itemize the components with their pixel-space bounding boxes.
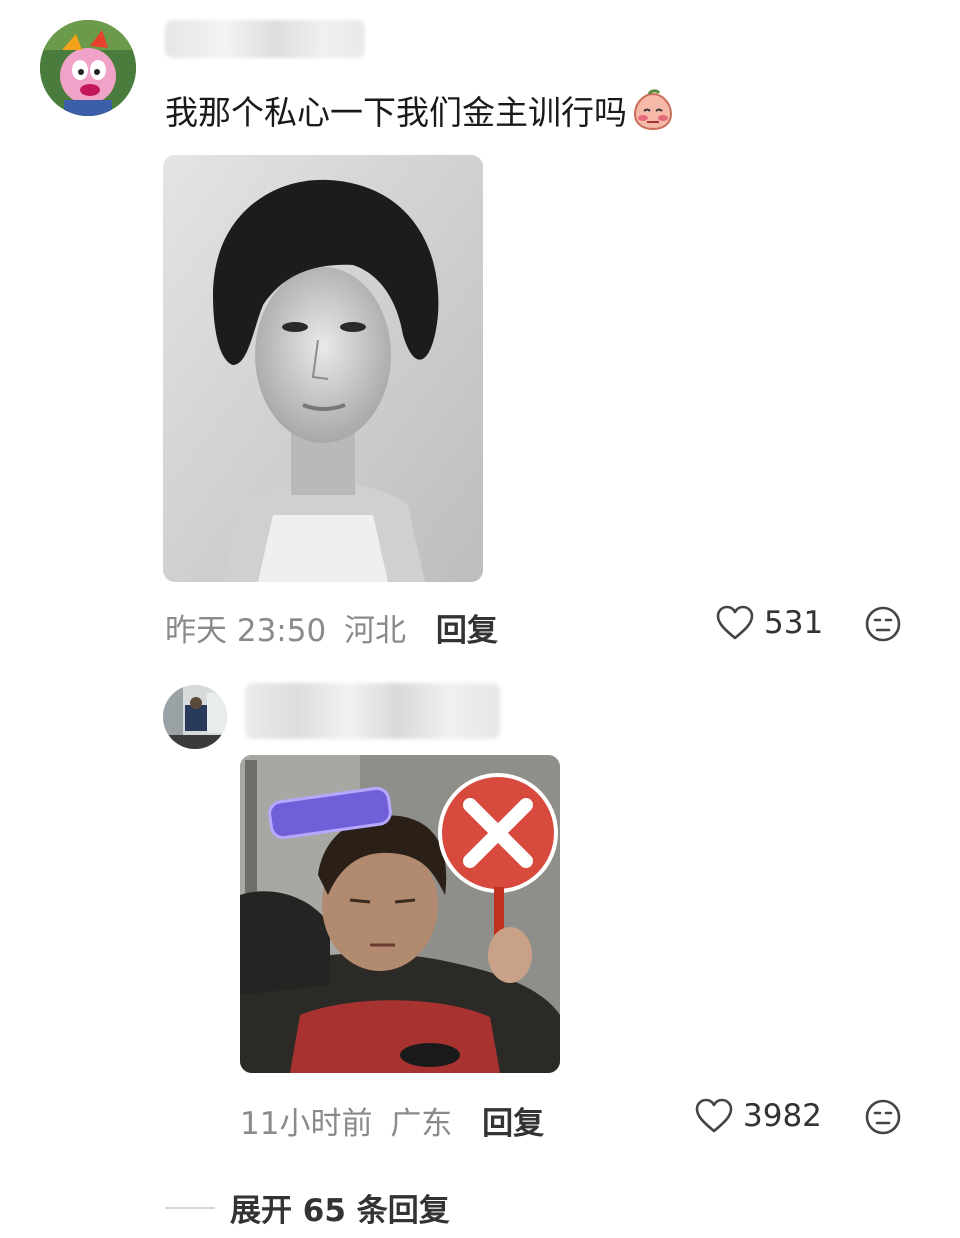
reply-meta: 11小时前 广东 回复 bbox=[240, 1098, 544, 1143]
reply-image-meme[interactable] bbox=[240, 755, 560, 1073]
like-button[interactable]: 531 bbox=[716, 605, 823, 641]
meh-face-icon bbox=[865, 606, 901, 642]
heart-icon bbox=[695, 1098, 733, 1133]
reply-like-count: 3982 bbox=[743, 1098, 822, 1134]
reply-time: 11小时前 bbox=[240, 1106, 373, 1142]
reply-username-blurred[interactable] bbox=[245, 683, 500, 739]
comment-time: 昨天 23:50 bbox=[165, 613, 327, 649]
reply-button[interactable]: 回复 bbox=[436, 613, 498, 649]
heart-icon bbox=[716, 605, 754, 640]
comment-image-portrait[interactable] bbox=[163, 155, 483, 582]
comment-location: 河北 bbox=[344, 613, 407, 649]
expand-divider bbox=[165, 1206, 215, 1209]
comment-text-row: 我那个私心一下我们金主训行吗 bbox=[165, 86, 675, 134]
user-avatar[interactable] bbox=[40, 20, 136, 116]
username-blurred[interactable] bbox=[165, 20, 365, 58]
reply-user-avatar[interactable] bbox=[163, 685, 227, 749]
reply-dislike-face-button[interactable] bbox=[864, 1098, 902, 1140]
expand-replies-label: 展开 65 条回复 bbox=[230, 1193, 450, 1229]
like-count: 531 bbox=[764, 605, 824, 641]
reply-reply-button[interactable]: 回复 bbox=[482, 1106, 544, 1142]
expand-replies-button[interactable]: 展开 65 条回复 bbox=[165, 1185, 450, 1230]
meh-face-icon bbox=[865, 1099, 901, 1135]
reply-like-button[interactable]: 3982 bbox=[695, 1098, 822, 1134]
dislike-face-button[interactable] bbox=[864, 605, 902, 647]
peach-blush-emoji-icon bbox=[631, 88, 675, 132]
comment-meta: 昨天 23:50 河北 回复 bbox=[165, 605, 498, 650]
reply-location: 广东 bbox=[390, 1106, 453, 1142]
comment-text: 我那个私心一下我们金主训行吗 bbox=[165, 93, 627, 132]
